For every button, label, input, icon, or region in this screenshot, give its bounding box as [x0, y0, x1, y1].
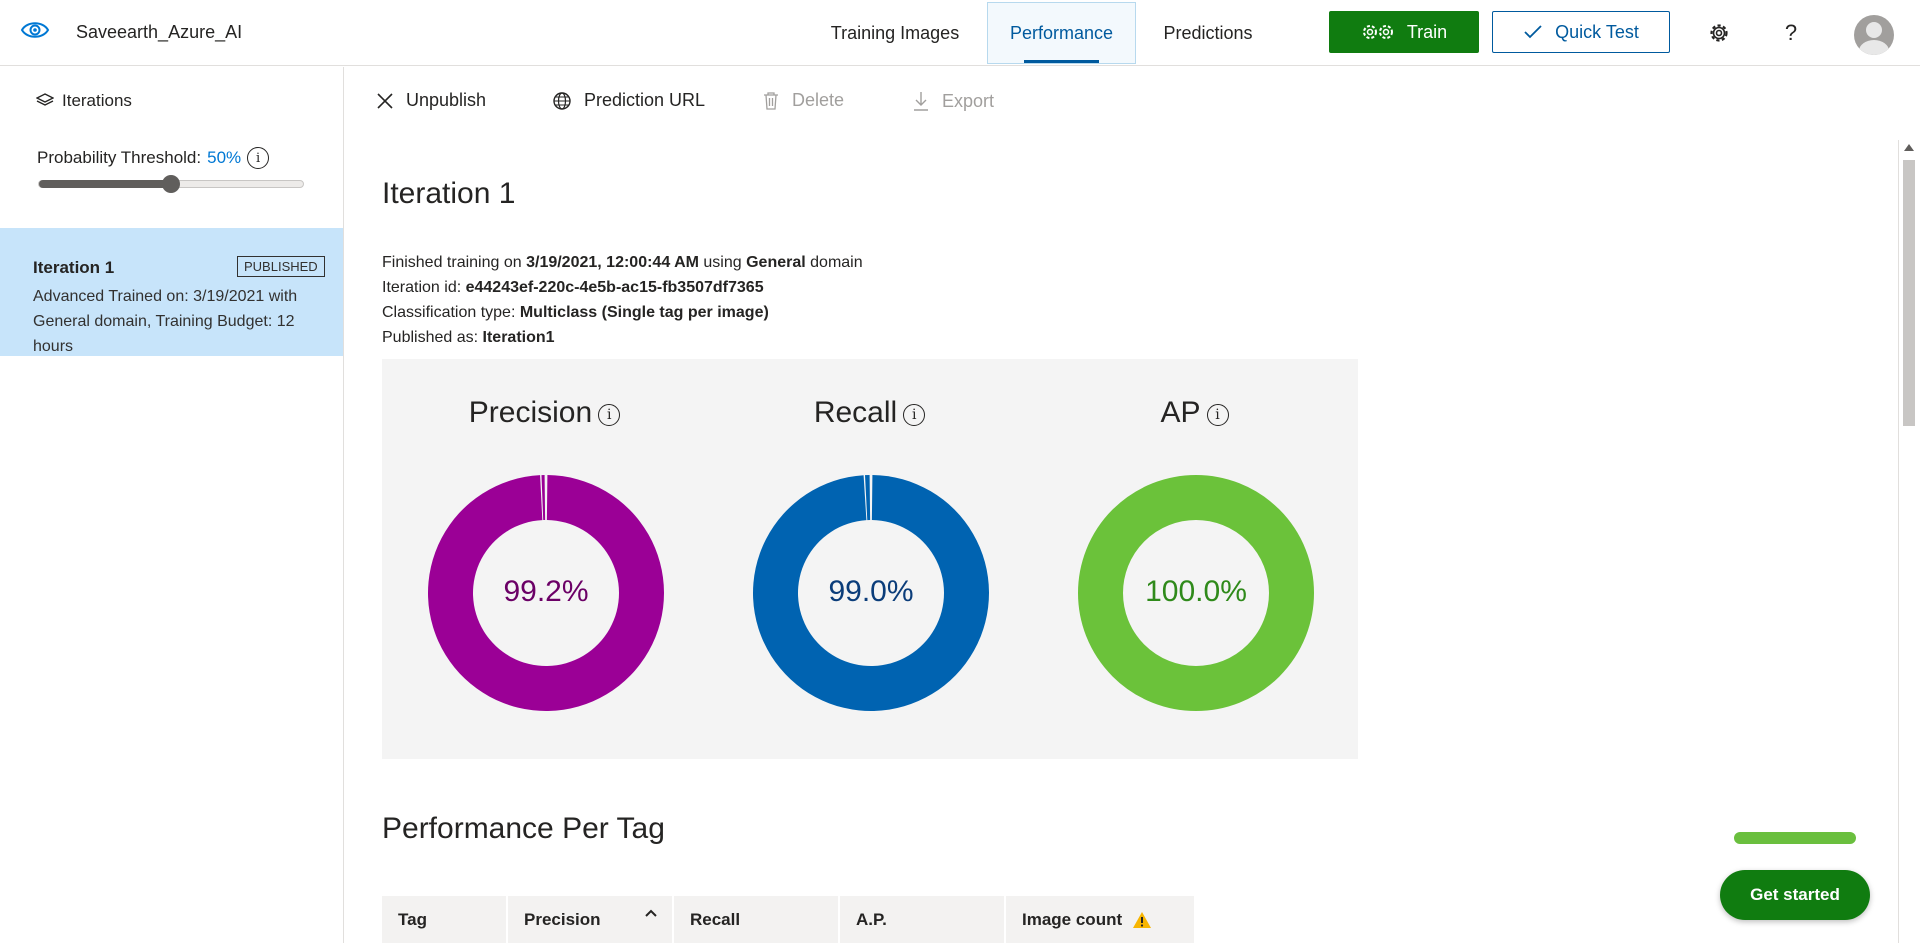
recall-title: Recall i [707, 396, 1032, 430]
gear-icon[interactable] [1706, 20, 1732, 46]
metrics-panel: Precision i 99.2% Recall i 99.0% AP i 10… [382, 359, 1358, 759]
column-label: A.P. [856, 909, 887, 929]
checkmark-icon [1524, 25, 1542, 39]
scroll-up-arrow-icon[interactable] [1904, 144, 1914, 151]
iteration-id-line: Iteration id: e44243ef-220c-4e5b-ac15-fb… [382, 275, 863, 300]
slider-fill [39, 180, 171, 188]
warning-icon[interactable] [1132, 911, 1152, 929]
avatar-head [1866, 22, 1882, 38]
info-icon[interactable]: i [598, 404, 621, 426]
tab-predictions[interactable]: Predictions [1138, 2, 1278, 64]
top-bar: Saveearth_Azure_AI Training Images Perfo… [0, 0, 1920, 66]
iterations-header[interactable]: Iterations [36, 91, 132, 111]
column-header-recall[interactable]: Recall [674, 896, 840, 943]
column-header-precision[interactable]: Precision [508, 896, 674, 943]
sort-ascending-icon [645, 909, 657, 917]
trash-icon [764, 91, 778, 110]
ap-title: AP i [1032, 396, 1357, 430]
precision-value: 99.2% [503, 575, 589, 608]
gears-icon [1362, 25, 1393, 39]
published-badge: PUBLISHED [237, 256, 325, 277]
published-label: Published as: [382, 329, 479, 346]
avatar[interactable] [1854, 15, 1894, 55]
train-button[interactable]: Train [1329, 11, 1479, 53]
iteration-description: Advanced Trained on: 3/19/2021 with Gene… [33, 288, 298, 355]
export-label: Export [942, 90, 995, 111]
get-started-button[interactable]: Get started [1720, 870, 1870, 920]
threshold-slider[interactable] [38, 175, 304, 193]
column-label: Tag [398, 909, 427, 929]
recall-value: 99.0% [828, 575, 914, 608]
threshold-value: 50% [207, 148, 242, 167]
column-label: Image count [1022, 909, 1123, 929]
iterations-panel: Iterations Probability Threshold: 50% i … [0, 67, 344, 943]
iteration-name: Iteration 1 [33, 258, 115, 277]
close-icon [377, 92, 393, 109]
globe-icon [553, 91, 571, 110]
finished-date: 3/19/2021, 12:00:44 AM [526, 254, 699, 271]
scrollbar-thumb[interactable] [1903, 160, 1915, 426]
donut-remainder-arc [541, 475, 546, 521]
iterations-label: Iterations [62, 91, 132, 110]
ap-metric: AP i 100.0% [1032, 359, 1357, 759]
ap-value: 100.0% [1145, 575, 1247, 608]
recall-label: Recall [813, 396, 898, 429]
unpublish-label: Unpublish [406, 90, 487, 110]
probability-threshold: Probability Threshold: 50% i [37, 147, 270, 169]
info-icon[interactable]: i [1206, 404, 1229, 426]
column-label: Recall [690, 909, 741, 929]
domain-suffix: domain [810, 254, 863, 271]
recall-metric: Recall i 99.0% [707, 359, 1032, 759]
unpublish-button[interactable]: Unpublish [376, 90, 486, 111]
classification-label: Classification type: [382, 304, 516, 321]
page-title: Iteration 1 [382, 177, 516, 210]
published-value: Iteration1 [482, 329, 555, 346]
project-name[interactable]: Saveearth_Azure_AI [76, 22, 242, 43]
performance-per-tag-title: Performance Per Tag [382, 812, 665, 845]
column-header-ap[interactable]: A.P. [840, 896, 1006, 943]
column-header-tag[interactable]: Tag [382, 896, 508, 943]
precision-label: Precision [468, 396, 593, 429]
prediction-url-label: Prediction URL [584, 90, 706, 110]
column-header-image-count[interactable]: Image count [1006, 896, 1194, 943]
precision-metric: Precision i 99.2% [382, 359, 707, 759]
quick-test-label: Quick Test [1555, 21, 1639, 42]
tab-training-images[interactable]: Training Images [805, 2, 985, 64]
iteration-id-label: Iteration id: [382, 279, 462, 296]
get-started-progress-bar [1734, 832, 1856, 844]
iteration-list-item[interactable]: Iteration 1 PUBLISHED Advanced Trained o… [0, 228, 343, 356]
delete-label: Delete [792, 90, 845, 110]
vertical-scrollbar[interactable] [1898, 140, 1918, 943]
classification-line: Classification type: Multiclass (Single … [382, 300, 863, 325]
finished-training-line: Finished training on 3/19/2021, 12:00:44… [382, 250, 863, 275]
layers-icon [36, 93, 54, 106]
tab-performance[interactable]: Performance [987, 2, 1136, 64]
prediction-url-button[interactable]: Prediction URL [552, 90, 705, 111]
ap-label: AP [1160, 396, 1201, 429]
slider-thumb[interactable] [162, 175, 180, 193]
eye-icon[interactable] [20, 18, 50, 42]
finished-prefix: Finished training on [382, 254, 522, 271]
info-icon[interactable]: i [247, 147, 270, 169]
export-button[interactable]: Export [912, 90, 994, 112]
precision-title: Precision i [382, 396, 707, 430]
column-label: Precision [524, 909, 601, 929]
using-text: using [703, 254, 742, 271]
help-icon[interactable]: ? [1778, 20, 1804, 46]
avatar-body [1859, 40, 1889, 55]
domain-name: General [746, 254, 806, 271]
download-icon [914, 92, 928, 111]
threshold-label: Probability Threshold: [37, 148, 202, 167]
published-line: Published as: Iteration1 [382, 325, 863, 350]
info-icon[interactable]: i [903, 404, 926, 426]
train-label: Train [1406, 21, 1448, 42]
iteration-id: e44243ef-220c-4e5b-ac15-fb3507df7365 [465, 279, 764, 296]
quick-test-button[interactable]: Quick Test [1492, 11, 1670, 53]
delete-button[interactable]: Delete [762, 90, 844, 111]
classification-value: Multiclass (Single tag per image) [519, 304, 769, 321]
table-header: Tag Precision Recall A.P. Image count [382, 896, 1194, 943]
iteration-details: Finished training on 3/19/2021, 12:00:44… [382, 250, 863, 350]
